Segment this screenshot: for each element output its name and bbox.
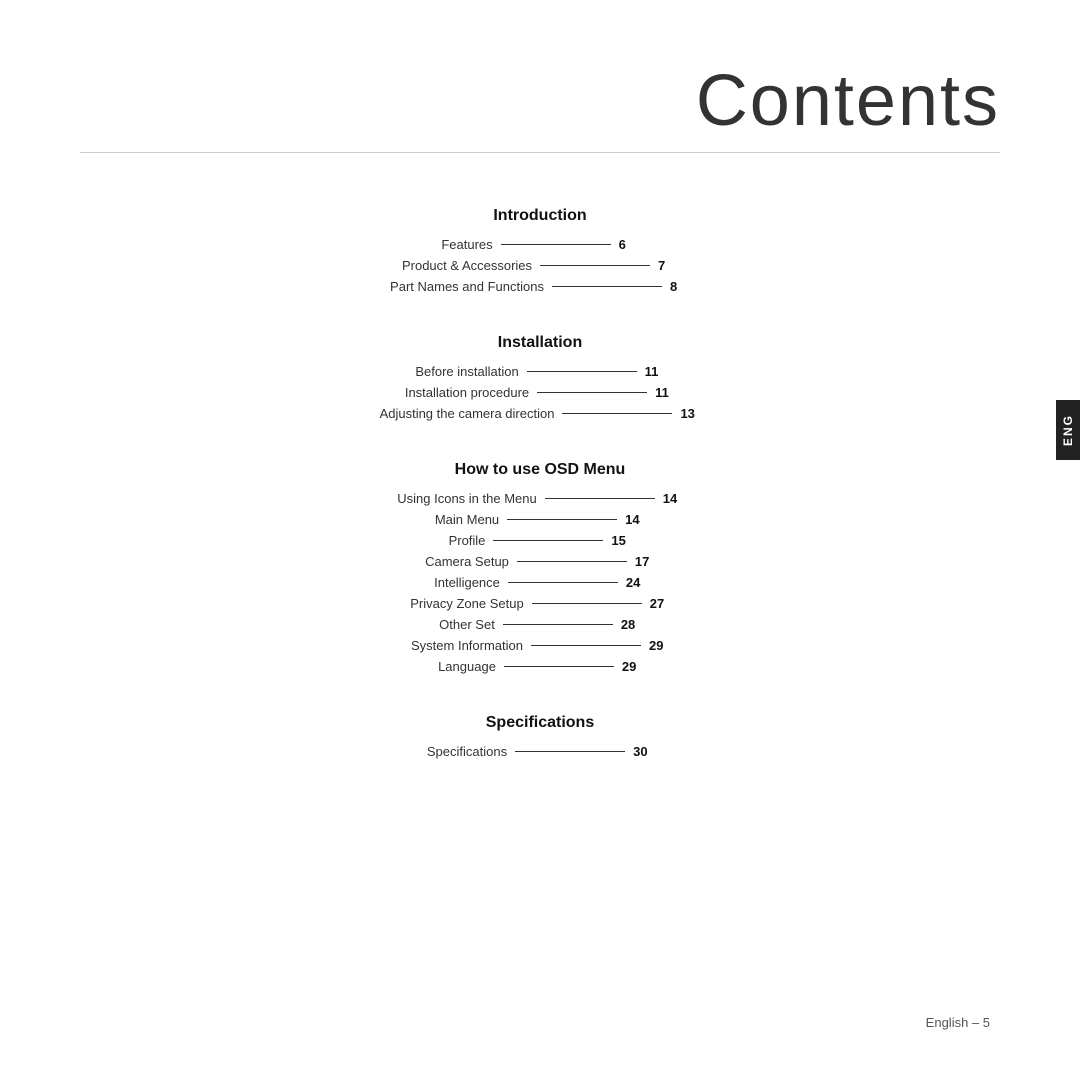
entry-page-number: 14	[625, 512, 645, 527]
section-introduction: Introduction Features 6 Product & Accessori…	[260, 183, 820, 300]
page: Contents Introduction Features 6 Product & …	[0, 0, 1080, 1080]
entry-text: Privacy Zone Setup	[410, 596, 523, 611]
entry-page-number: 29	[622, 659, 642, 674]
toc-entry: Adjusting the camera direction 13	[260, 406, 820, 421]
entry-text: System Information	[411, 638, 523, 653]
entry-page-number: 27	[650, 596, 670, 611]
entry-page-number: 6	[619, 237, 639, 252]
entry-text: Main Menu	[435, 512, 499, 527]
entry-text: Product & Accessories	[402, 258, 532, 273]
side-tab: ENG	[1056, 400, 1080, 460]
entry-text: Other Set	[439, 617, 495, 632]
entry-dots	[545, 498, 655, 499]
title-section: Contents	[80, 60, 1000, 153]
entry-page-number: 30	[633, 744, 653, 759]
entry-text: Installation procedure	[405, 385, 529, 400]
entry-dots	[503, 624, 613, 625]
entry-page-number: 29	[649, 638, 669, 653]
section-heading-installation: Installation	[260, 334, 820, 352]
toc-container: Introduction Features 6 Product & Accessori…	[80, 183, 1000, 775]
entry-text: Camera Setup	[425, 554, 509, 569]
toc-entry: Intelligence 24	[260, 575, 820, 590]
footer: English – 5	[926, 1015, 990, 1030]
toc-entry: Features 6	[260, 237, 820, 252]
entry-dots	[527, 371, 637, 372]
entry-text: Adjusting the camera direction	[380, 406, 555, 421]
toc-entry: System Information 29	[260, 638, 820, 653]
entry-dots	[507, 519, 617, 520]
toc-entry: Installation procedure 11	[260, 385, 820, 400]
entry-page-number: 11	[645, 364, 665, 379]
toc-entry: Using Icons in the Menu 14	[260, 491, 820, 506]
entry-text: Profile	[449, 533, 486, 548]
entry-dots	[517, 561, 627, 562]
entry-page-number: 8	[670, 279, 690, 294]
section-specifications: Specifications Specifications 30	[260, 690, 820, 765]
entry-dots	[532, 603, 642, 604]
entry-dots	[501, 244, 611, 245]
entry-text: Using Icons in the Menu	[397, 491, 536, 506]
entry-page-number: 28	[621, 617, 641, 632]
entry-text: Before installation	[415, 364, 518, 379]
toc-entry: Other Set 28	[260, 617, 820, 632]
toc-entry: Language 29	[260, 659, 820, 674]
section-heading-osd-menu: How to use OSD Menu	[260, 461, 820, 479]
toc-entry: Profile 15	[260, 533, 820, 548]
entry-dots	[552, 286, 662, 287]
entry-dots	[508, 582, 618, 583]
entry-page-number: 13	[680, 406, 700, 421]
entry-dots	[515, 751, 625, 752]
entry-page-number: 11	[655, 385, 675, 400]
entry-dots	[531, 645, 641, 646]
page-title: Contents	[696, 61, 1000, 141]
entry-page-number: 24	[626, 575, 646, 590]
entry-dots	[504, 666, 614, 667]
entry-dots	[493, 540, 603, 541]
entry-text: Intelligence	[434, 575, 500, 590]
section-installation: InstallationBefore installation11Install…	[260, 310, 820, 427]
toc-entry: Before installation 11	[260, 364, 820, 379]
entry-text: Features	[441, 237, 492, 252]
entry-page-number: 7	[658, 258, 678, 273]
section-heading-specifications: Specifications	[260, 714, 820, 732]
toc-entry: Main Menu 14	[260, 512, 820, 527]
toc-entry: Specifications 30	[260, 744, 820, 759]
toc-entry: Camera Setup 17	[260, 554, 820, 569]
toc-entry: Part Names and Functions 8	[260, 279, 820, 294]
entry-text: Language	[438, 659, 496, 674]
toc-entry: Privacy Zone Setup 27	[260, 596, 820, 611]
section-heading-introduction: Introduction	[260, 207, 820, 225]
entry-page-number: 15	[611, 533, 631, 548]
entry-dots	[537, 392, 647, 393]
entry-text: Part Names and Functions	[390, 279, 544, 294]
entry-dots	[540, 265, 650, 266]
entry-page-number: 14	[663, 491, 683, 506]
entry-text: Specifications	[427, 744, 507, 759]
toc-entry: Product & Accessories 7	[260, 258, 820, 273]
entry-dots	[562, 413, 672, 414]
entry-page-number: 17	[635, 554, 655, 569]
section-osd-menu: How to use OSD Menu Using Icons in the Me…	[260, 437, 820, 680]
